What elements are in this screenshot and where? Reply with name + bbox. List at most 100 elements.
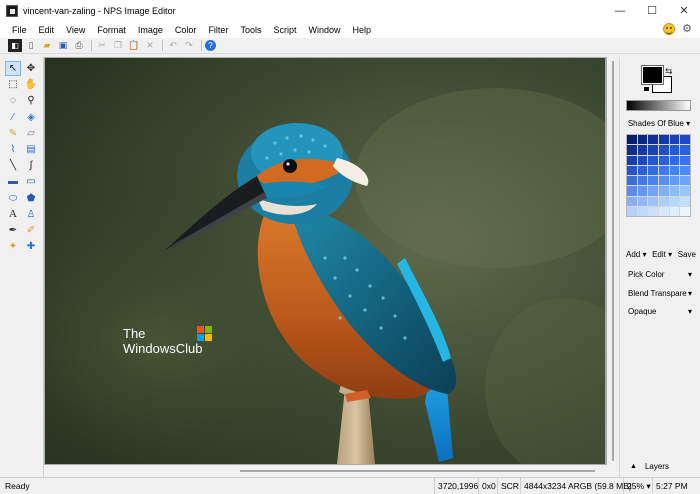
save-palette-button[interactable]: Save [678,250,696,259]
rounded-rectangle-icon[interactable]: ▭ [23,174,39,189]
menu-window[interactable]: Window [302,25,346,35]
palette-swatch[interactable] [627,206,637,216]
palette-swatch[interactable] [659,155,669,165]
paint-bucket-icon[interactable]: ◈ [23,110,39,125]
blend-mode-dropdown[interactable]: Blend Transpare ▾ [628,287,692,299]
palette-swatch[interactable] [669,135,680,145]
palette-swatch[interactable] [637,135,648,145]
clone-icon[interactable]: ♙ [23,207,39,222]
foreground-color-swatch[interactable] [641,65,664,85]
horizontal-scroll-thumb[interactable] [240,470,595,472]
menu-help[interactable]: Help [346,25,377,35]
palette-swatch[interactable] [659,196,669,206]
palette-swatch[interactable] [637,186,648,196]
palette-swatch[interactable] [627,186,637,196]
menu-view[interactable]: View [60,25,91,35]
cut-icon[interactable]: ✂ [95,39,109,52]
new-file-icon[interactable]: ▯ [24,39,38,52]
eraser-icon[interactable]: ▱ [23,126,39,141]
palette-swatch[interactable] [659,206,669,216]
menu-edit[interactable]: Edit [33,25,61,35]
palette-swatch[interactable] [637,165,648,175]
stamp-icon[interactable]: ▤ [23,142,39,157]
zoom-icon[interactable]: ⚲ [23,93,39,108]
palette-swatch[interactable] [627,145,637,155]
palette-swatch[interactable] [669,155,680,165]
zoom-dropdown[interactable]: 25% ▾ [623,478,651,494]
ellipse-icon[interactable]: ⬭ [5,191,21,206]
pencil-icon[interactable]: ✎ [5,126,21,141]
opacity-dropdown[interactable]: Opaque ▾ [628,305,692,317]
vertical-scroll-thumb[interactable] [612,61,614,461]
menu-image[interactable]: Image [132,25,169,35]
palette-swatch[interactable] [669,145,680,155]
palette-swatch[interactable] [627,176,637,186]
palette-swatch[interactable] [659,145,669,155]
move-icon[interactable]: ✥ [23,61,39,76]
palette-swatch[interactable] [680,155,690,165]
palette-swatch[interactable] [669,206,680,216]
horizontal-scrollbar[interactable] [44,465,607,477]
menu-format[interactable]: Format [91,25,132,35]
palette-swatch[interactable] [680,135,690,145]
palette-swatch[interactable] [680,186,690,196]
pick-color-dropdown[interactable]: Pick Color ▾ [628,268,692,280]
copy-icon[interactable]: ❐ [111,39,125,52]
palette-swatch[interactable] [627,196,637,206]
palette-swatch[interactable] [659,135,669,145]
vertical-scrollbar[interactable] [607,57,619,465]
palette-swatch[interactable] [637,155,648,165]
palette-swatch[interactable] [648,206,658,216]
add-palette-button[interactable]: Add ▾ [626,250,646,259]
open-folder-icon[interactable]: ▰ [40,39,54,52]
palette-swatch[interactable] [627,155,637,165]
palette-swatch[interactable] [637,176,648,186]
save-icon[interactable]: ▣ [56,39,70,52]
magic-wand-icon[interactable]: ✦ [5,239,21,254]
lasso-icon[interactable]: ◌ [5,93,21,108]
print-icon[interactable]: ⎙ [72,39,86,52]
pointer-icon[interactable]: ↖ [5,61,21,76]
palette-swatch[interactable] [669,165,680,175]
palette-swatch[interactable] [637,145,648,155]
palette-swatch[interactable] [637,196,648,206]
grayscale-gradient[interactable] [626,100,691,111]
palette-swatch[interactable] [637,206,648,216]
palette-grid[interactable] [626,134,691,217]
edit-palette-button[interactable]: Edit ▾ [652,250,672,259]
menu-filter[interactable]: Filter [202,25,234,35]
hand-icon[interactable]: ✋ [23,77,39,92]
help-icon[interactable]: ? [205,40,216,51]
palette-swatch[interactable] [669,186,680,196]
palette-swatch[interactable] [627,135,637,145]
polygon-icon[interactable]: ⬟ [23,191,39,206]
curve-icon[interactable]: ∫ [23,158,39,173]
palette-swatch[interactable] [648,196,658,206]
minimize-button[interactable]: — [604,0,636,21]
palette-swatch[interactable] [648,165,658,175]
palette-dropdown[interactable]: Shades Of Blue ▾ [626,117,692,131]
brush-icon[interactable]: ⌇ [5,142,21,157]
menu-tools[interactable]: Tools [234,25,267,35]
menu-file[interactable]: File [6,25,33,35]
menu-color[interactable]: Color [169,25,203,35]
smiley-icon[interactable] [663,23,675,35]
palette-swatch[interactable] [680,176,690,186]
eyedropper-icon[interactable]: ⁄ [5,110,21,125]
paste-icon[interactable]: 📋 [127,39,141,52]
palette-swatch[interactable] [680,206,690,216]
marquee-select-icon[interactable]: ⬚ [5,77,21,92]
palette-swatch[interactable] [669,196,680,206]
palette-swatch[interactable] [648,135,658,145]
palette-swatch[interactable] [648,186,658,196]
line-icon[interactable]: ╲ [5,158,21,173]
add-icon[interactable]: ✚ [23,239,39,254]
delete-icon[interactable]: ✕ [143,39,157,52]
spray-icon[interactable]: ✐ [23,223,39,238]
gear-icon[interactable]: ⚙ [682,23,692,35]
kingfisher-photo[interactable]: The WindowsClub [45,58,605,464]
pen-icon[interactable]: ✒ [5,223,21,238]
rectangle-icon[interactable]: ▬ [5,174,21,189]
menu-script[interactable]: Script [267,25,302,35]
text-icon[interactable]: A [5,207,21,222]
